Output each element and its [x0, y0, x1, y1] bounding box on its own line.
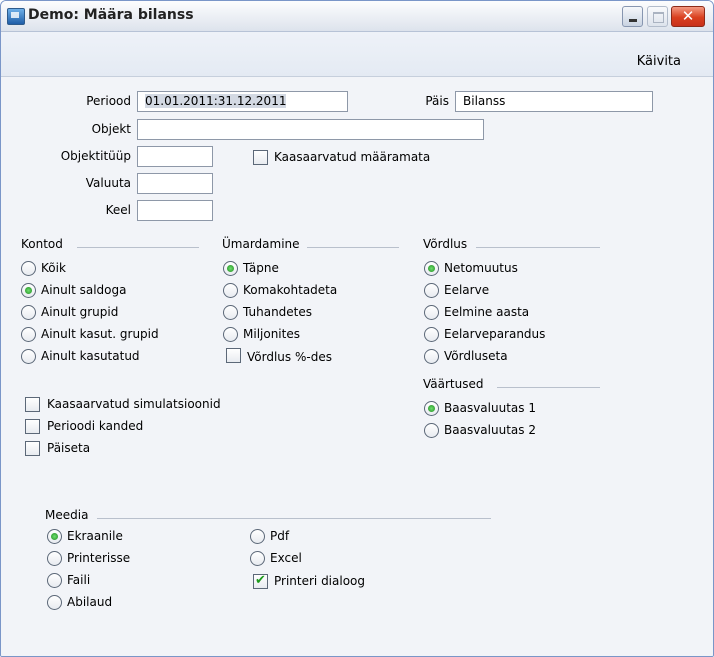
media-option-label: Abilaud [67, 595, 113, 609]
window-title: Demo: Määra bilanss [28, 7, 194, 23]
include-unassigned-checkbox[interactable] [253, 150, 268, 165]
period-value: 01.01.2011:31.12.2011 [145, 94, 287, 108]
app-icon [7, 8, 25, 25]
rounding-radio-exact[interactable] [223, 261, 238, 276]
accounts-option-label: Ainult kasut. grupid [41, 327, 159, 341]
rounding-option-label: Täpne [243, 261, 279, 275]
comparison-option-label: Eelmine aasta [444, 305, 530, 319]
media-group-title: Meedia [45, 508, 89, 522]
printer-dialog-checkbox[interactable] [253, 573, 268, 589]
rounding-radio-no-decimals[interactable] [223, 283, 238, 298]
rounding-group-title: Ümardamine [222, 237, 300, 251]
rounding-option-label: Komakohtadeta [243, 283, 338, 297]
percent-comparison-checkbox[interactable] [226, 348, 241, 363]
maximize-icon [647, 6, 668, 27]
media-radio-clipboard[interactable] [47, 595, 62, 610]
comparison-radio-budget-revision[interactable] [424, 327, 439, 342]
accounts-radio-used[interactable] [21, 349, 36, 364]
comparison-group-title: Võrdlus [423, 237, 468, 251]
values-group-divider [497, 387, 600, 388]
comparison-option-label: Netomuutus [444, 261, 518, 275]
rounding-radio-thousands[interactable] [223, 305, 238, 320]
period-label: Periood [86, 94, 131, 108]
comparison-group-divider [476, 247, 600, 248]
period-field[interactable]: 01.01.2011:31.12.2011 [137, 91, 348, 112]
accounts-group-divider [77, 247, 199, 248]
form-content: Periood 01.01.2011:31.12.2011 Päis Bilan… [1, 77, 713, 656]
comparison-option-label: Võrdluseta [444, 349, 508, 363]
comparison-radio-none[interactable] [424, 349, 439, 364]
rounding-group-divider [307, 247, 399, 248]
accounts-option-label: Kõik [41, 261, 66, 275]
currency-field[interactable] [137, 173, 213, 194]
rounding-option-label: Miljonites [243, 327, 300, 341]
values-radio-base-1[interactable] [424, 401, 439, 416]
accounts-radio-groups[interactable] [21, 305, 36, 320]
rounding-option-label: Tuhandetes [243, 305, 313, 319]
values-option-label: Baasvaluutas 1 [444, 401, 536, 415]
media-option-label: Excel [270, 551, 302, 565]
period-entries-label: Perioodi kanded [47, 419, 144, 433]
include-unassigned-label: Kaasaarvatud määramata [274, 150, 431, 164]
comparison-radio-budget[interactable] [424, 283, 439, 298]
media-radio-excel[interactable] [250, 551, 265, 566]
no-header-label: Päiseta [47, 441, 91, 455]
object-field[interactable] [137, 119, 484, 140]
values-group-title: Väärtused [423, 377, 484, 391]
values-radio-base-2[interactable] [424, 423, 439, 438]
printer-dialog-label: Printeri dialoog [274, 574, 366, 588]
comparison-radio-net-change[interactable] [424, 261, 439, 276]
media-option-label: Printerisse [67, 551, 131, 565]
media-option-label: Faili [67, 573, 91, 587]
report-window: Demo: Määra bilanss ✕ Käivita Periood 01… [0, 0, 714, 657]
language-label: Keel [105, 203, 131, 217]
accounts-option-label: Ainult kasutatud [41, 349, 140, 363]
title-bar[interactable]: Demo: Määra bilanss ✕ [1, 1, 713, 32]
rounding-radio-millions[interactable] [223, 327, 238, 342]
percent-comparison-label: Võrdlus %-des [247, 350, 332, 364]
media-group-divider [97, 518, 491, 519]
accounts-group-title: Kontod [21, 237, 63, 251]
comparison-option-label: Eelarveparandus [444, 327, 546, 341]
toolbar: Käivita [1, 32, 713, 77]
header-label: Päis [425, 94, 449, 108]
period-entries-checkbox[interactable] [25, 419, 40, 434]
accounts-option-label: Ainult saldoga [41, 283, 127, 297]
no-header-checkbox[interactable] [25, 441, 40, 456]
media-radio-printer[interactable] [47, 551, 62, 566]
values-option-label: Baasvaluutas 2 [444, 423, 536, 437]
object-type-label: Objektitüüp [60, 149, 131, 163]
simulations-checkbox[interactable] [25, 397, 40, 412]
run-button[interactable]: Käivita [637, 54, 681, 69]
header-field[interactable]: Bilanss [455, 91, 653, 112]
accounts-radio-used-groups[interactable] [21, 327, 36, 342]
object-type-field[interactable] [137, 146, 213, 167]
media-radio-file[interactable] [47, 573, 62, 588]
simulations-label: Kaasaarvatud simulatsioonid [47, 397, 221, 411]
media-radio-screen[interactable] [47, 529, 62, 544]
media-option-label: Pdf [270, 529, 290, 543]
media-radio-pdf[interactable] [250, 529, 265, 544]
minimize-icon[interactable] [622, 6, 643, 27]
accounts-option-label: Ainult grupid [41, 305, 119, 319]
comparison-radio-previous-year[interactable] [424, 305, 439, 320]
close-icon[interactable]: ✕ [671, 6, 705, 27]
accounts-radio-with-balance[interactable] [21, 283, 36, 298]
language-field[interactable] [137, 200, 213, 221]
comparison-option-label: Eelarve [444, 283, 490, 297]
media-option-label: Ekraanile [67, 529, 123, 543]
object-label: Objekt [91, 122, 131, 136]
accounts-radio-all[interactable] [21, 261, 36, 276]
currency-label: Valuuta [85, 176, 131, 190]
